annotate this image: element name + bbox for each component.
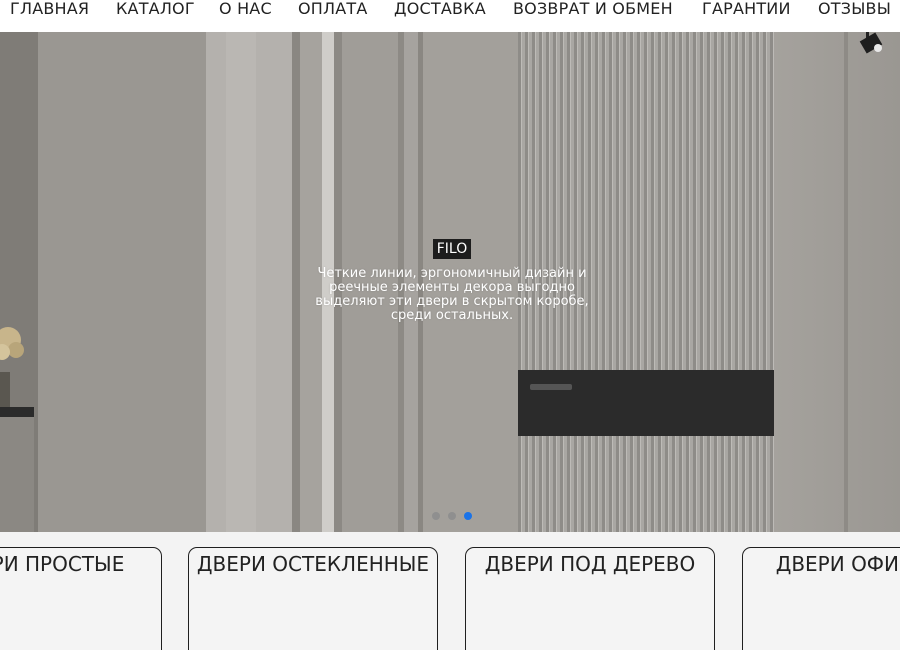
nav-item-warranty[interactable]: ГАРАНТИИ xyxy=(702,0,791,18)
nav-item-reviews[interactable]: ОТЗЫВЫ xyxy=(818,0,891,18)
slide-title: FILO xyxy=(432,239,472,259)
category-card-office[interactable]: ДВЕРИ ОФИСНЫЕ xyxy=(742,547,900,650)
nav-item-delivery[interactable]: ДОСТАВКА xyxy=(394,0,486,18)
slider-dot-2[interactable] xyxy=(448,512,456,520)
category-card-glazed[interactable]: ДВЕРИ ОСТЕКЛЕННЫЕ xyxy=(188,547,438,650)
slider-dot-1[interactable] xyxy=(432,512,440,520)
slider-dots xyxy=(430,512,474,522)
nav-item-returns[interactable]: ВОЗВРАТ И ОБМЕН xyxy=(513,0,673,18)
category-card-wood[interactable]: ДВЕРИ ПОД ДЕРЕВО xyxy=(465,547,715,650)
category-card-label: ДВЕРИ ПОД ДЕРЕВО xyxy=(484,552,696,576)
nav-item-about[interactable]: О НАС xyxy=(219,0,272,18)
category-cards: ДВЕРИ ПРОСТЫЕ ДВЕРИ ОСТЕКЛЕННЫЕ ДВЕРИ ПО… xyxy=(0,532,900,650)
category-card-label: ДВЕРИ ОФИСНЫЕ xyxy=(775,552,900,576)
nav-item-home[interactable]: ГЛАВНАЯ xyxy=(10,0,89,18)
slide-caption: FILO Четкие линии, эргономичный дизайн и… xyxy=(300,238,604,323)
nav-item-catalog[interactable]: КАТАЛОГ xyxy=(116,0,195,18)
slider-dot-3[interactable] xyxy=(464,512,472,520)
category-card-label: ДВЕРИ ОСТЕКЛЕННЫЕ xyxy=(196,552,430,576)
nav-item-payment[interactable]: ОПЛАТА xyxy=(298,0,368,18)
category-card-simple[interactable]: ДВЕРИ ПРОСТЫЕ xyxy=(0,547,162,650)
hero-slider[interactable]: FILO Четкие линии, эргономичный дизайн и… xyxy=(0,32,900,532)
slide-description: Четкие линии, эргономичный дизайн и рееч… xyxy=(315,266,589,323)
category-card-label: ДВЕРИ ПРОСТЫЕ xyxy=(0,552,125,576)
top-navigation: ГЛАВНАЯ КАТАЛОГ О НАС ОПЛАТА ДОСТАВКА ВО… xyxy=(0,0,900,32)
